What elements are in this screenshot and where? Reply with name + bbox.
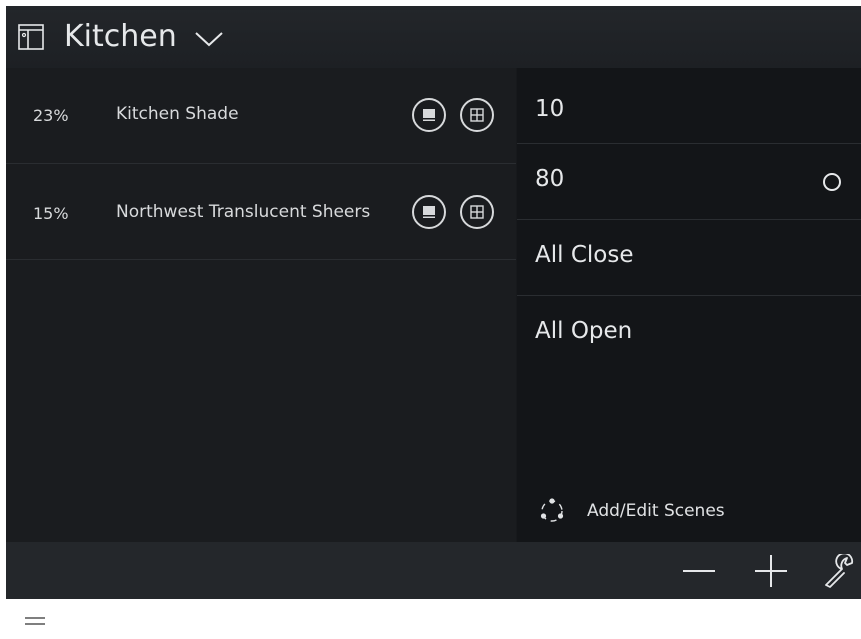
shade-row[interactable]: 15% Northwest Translucent Sheers — [6, 164, 516, 260]
header: Kitchen — [6, 6, 861, 68]
scene-item[interactable]: 10 — [517, 68, 861, 144]
shade-open-button[interactable] — [412, 195, 446, 229]
room-icon — [18, 24, 44, 50]
scene-label: 10 — [535, 96, 565, 122]
drag-handle-icon[interactable] — [24, 616, 46, 626]
shade-list: 23% Kitchen Shade 15% Northwest Transluc… — [6, 68, 516, 542]
shade-window-button[interactable] — [460, 195, 494, 229]
chevron-down-icon[interactable] — [194, 31, 224, 47]
shade-icon — [423, 109, 435, 121]
shade-name: Kitchen Shade — [116, 104, 239, 124]
bottom-toolbar — [6, 542, 861, 599]
scene-label: 80 — [535, 166, 565, 192]
scene-panel: 10 80 All Close All Open Add/Edit Scenes — [517, 68, 861, 542]
shade-name: Northwest Translucent Sheers — [116, 202, 371, 222]
shade-icon — [423, 206, 435, 218]
scene-label: All Open — [535, 318, 633, 344]
wrench-icon[interactable] — [822, 554, 858, 588]
shade-percent: 15% — [33, 204, 69, 223]
minus-icon[interactable] — [681, 554, 717, 588]
scene-label: All Close — [535, 242, 634, 268]
plus-icon[interactable] — [753, 554, 789, 588]
shade-open-button[interactable] — [412, 98, 446, 132]
add-edit-scenes-label: Add/Edit Scenes — [587, 501, 725, 521]
add-edit-scenes-button[interactable]: Add/Edit Scenes — [537, 496, 725, 526]
scene-item[interactable]: All Open — [517, 296, 861, 371]
window-icon — [470, 108, 484, 122]
shade-window-button[interactable] — [460, 98, 494, 132]
scene-radio[interactable] — [823, 173, 841, 191]
room-title[interactable]: Kitchen — [64, 18, 177, 56]
app-frame: Kitchen 23% Kitchen Shade 15% Northwest … — [6, 6, 861, 599]
scene-item[interactable]: 80 — [517, 144, 861, 220]
scenes-icon — [540, 498, 564, 522]
window-icon — [470, 205, 484, 219]
shade-percent: 23% — [33, 106, 69, 125]
shade-row[interactable]: 23% Kitchen Shade — [6, 68, 516, 164]
scene-item[interactable]: All Close — [517, 220, 861, 296]
